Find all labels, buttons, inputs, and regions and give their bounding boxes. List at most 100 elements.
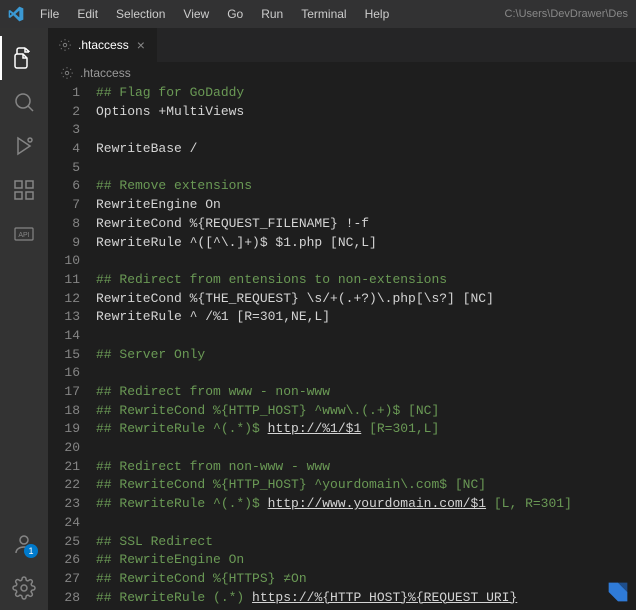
menu-run[interactable]: Run xyxy=(253,3,291,25)
files-icon xyxy=(12,46,36,70)
breadcrumb-file: .htaccess xyxy=(80,66,131,80)
line-number: 1 xyxy=(48,84,80,103)
tab-bar: .htaccess × xyxy=(48,28,636,62)
line-number: 22 xyxy=(48,476,80,495)
extensions-tab[interactable] xyxy=(0,168,48,212)
settings-tab[interactable] xyxy=(0,566,48,610)
code-line[interactable] xyxy=(96,439,636,458)
accounts-tab[interactable]: 1 xyxy=(0,522,48,566)
line-number: 5 xyxy=(48,159,80,178)
code-line[interactable]: RewriteCond %{REQUEST_FILENAME} !-f xyxy=(96,215,636,234)
line-number: 21 xyxy=(48,458,80,477)
svg-text:API: API xyxy=(18,232,29,239)
menubar: File Edit Selection View Go Run Terminal… xyxy=(32,3,397,25)
code-line[interactable]: ## RewriteRule (.*) https://%{HTTP_HOST}… xyxy=(96,589,636,608)
code-line[interactable]: ## SSL Redirect xyxy=(96,533,636,552)
breadcrumbs[interactable]: .htaccess xyxy=(48,62,636,84)
line-number: 12 xyxy=(48,290,80,309)
extensions-icon xyxy=(12,178,36,202)
code-line[interactable]: ## RewriteCond %{HTTP_HOST} ^www\.(.+)$ … xyxy=(96,402,636,421)
code-line[interactable]: ## Flag for GoDaddy xyxy=(96,84,636,103)
api-tab[interactable]: API xyxy=(0,212,48,256)
window-title-path: C:\Users\DevDrawer\Des xyxy=(505,8,628,20)
menu-file[interactable]: File xyxy=(32,3,67,25)
code-line[interactable]: ## RewriteCond %{HTTPS} ≠On xyxy=(96,570,636,589)
gear-icon xyxy=(60,66,74,80)
line-number: 4 xyxy=(48,140,80,159)
menu-terminal[interactable]: Terminal xyxy=(293,3,354,25)
play-bug-icon xyxy=(12,134,36,158)
code-line[interactable] xyxy=(96,364,636,383)
run-debug-tab[interactable] xyxy=(0,124,48,168)
line-number: 2 xyxy=(48,103,80,122)
search-tab[interactable] xyxy=(0,80,48,124)
code-line[interactable]: RewriteCond %{THE_REQUEST} \s/+(.+?)\.ph… xyxy=(96,290,636,309)
code-line[interactable]: ## Redirect from non-www - www xyxy=(96,458,636,477)
code-line[interactable]: ## RewriteEngine On xyxy=(96,551,636,570)
titlebar: File Edit Selection View Go Run Terminal… xyxy=(0,0,636,28)
code-line[interactable]: ## Server Only xyxy=(96,346,636,365)
code-line[interactable] xyxy=(96,159,636,178)
menu-selection[interactable]: Selection xyxy=(108,3,173,25)
search-icon xyxy=(12,90,36,114)
line-number: 24 xyxy=(48,514,80,533)
code-line[interactable]: RewriteEngine On xyxy=(96,196,636,215)
watermark-logo-icon xyxy=(604,578,632,606)
code-line[interactable]: RewriteBase / xyxy=(96,140,636,159)
code-line[interactable] xyxy=(96,514,636,533)
tab-htaccess[interactable]: .htaccess × xyxy=(48,28,158,62)
code-line[interactable]: RewriteRule ^([^\.]+)$ $1.php [NC,L] xyxy=(96,234,636,253)
line-number: 23 xyxy=(48,495,80,514)
line-number: 15 xyxy=(48,346,80,365)
menu-view[interactable]: View xyxy=(175,3,217,25)
code-line[interactable]: ## RewriteCond %{HTTP_HOST} ^yourdomain\… xyxy=(96,476,636,495)
url-link[interactable]: https://%{HTTP_HOST}%{REQUEST_URI} xyxy=(252,590,517,605)
line-number: 28 xyxy=(48,589,80,608)
line-number: 16 xyxy=(48,364,80,383)
menu-go[interactable]: Go xyxy=(219,3,251,25)
editor[interactable]: 1234567891011121314151617181920212223242… xyxy=(48,84,636,610)
menu-edit[interactable]: Edit xyxy=(69,3,106,25)
code-content[interactable]: ## Flag for GoDaddyOptions +MultiViews Re… xyxy=(96,84,636,610)
editor-area: .htaccess × .htaccess 123456789101112131… xyxy=(48,28,636,610)
code-line[interactable]: ## Redirect from www - non-www xyxy=(96,383,636,402)
menu-help[interactable]: Help xyxy=(357,3,398,25)
line-number: 27 xyxy=(48,570,80,589)
vscode-logo-icon xyxy=(8,6,24,22)
url-link[interactable]: http://www.yourdomain.com/$1 xyxy=(268,496,486,511)
line-number: 14 xyxy=(48,327,80,346)
line-number: 18 xyxy=(48,402,80,421)
line-number: 8 xyxy=(48,215,80,234)
line-number: 20 xyxy=(48,439,80,458)
code-line[interactable] xyxy=(96,252,636,271)
code-line[interactable]: ## RewriteRule ^(.*)$ http://www.yourdom… xyxy=(96,495,636,514)
line-number: 9 xyxy=(48,234,80,253)
line-number: 25 xyxy=(48,533,80,552)
gear-icon xyxy=(12,576,36,600)
line-number: 6 xyxy=(48,177,80,196)
code-line[interactable]: RewriteRule ^ /%1 [R=301,NE,L] xyxy=(96,308,636,327)
api-icon: API xyxy=(12,222,36,246)
line-number: 11 xyxy=(48,271,80,290)
gear-icon xyxy=(58,38,72,52)
line-numbers: 1234567891011121314151617181920212223242… xyxy=(48,84,96,610)
line-number: 7 xyxy=(48,196,80,215)
code-line[interactable] xyxy=(96,121,636,140)
line-number: 19 xyxy=(48,420,80,439)
close-icon[interactable]: × xyxy=(135,37,147,53)
explorer-tab[interactable] xyxy=(0,36,48,80)
line-number: 17 xyxy=(48,383,80,402)
code-line[interactable]: Options +MultiViews xyxy=(96,103,636,122)
activity-bar: API 1 xyxy=(0,28,48,610)
code-line[interactable]: ## Remove extensions xyxy=(96,177,636,196)
code-line[interactable]: ## Redirect from entensions to non-exten… xyxy=(96,271,636,290)
line-number: 3 xyxy=(48,121,80,140)
line-number: 13 xyxy=(48,308,80,327)
line-number: 10 xyxy=(48,252,80,271)
code-line[interactable] xyxy=(96,327,636,346)
accounts-badge: 1 xyxy=(24,544,38,558)
url-link[interactable]: http://%1/$1 xyxy=(268,421,362,436)
line-number: 26 xyxy=(48,551,80,570)
code-line[interactable]: ## RewriteRule ^(.*)$ http://%1/$1 [R=30… xyxy=(96,420,636,439)
tab-label: .htaccess xyxy=(78,38,129,52)
